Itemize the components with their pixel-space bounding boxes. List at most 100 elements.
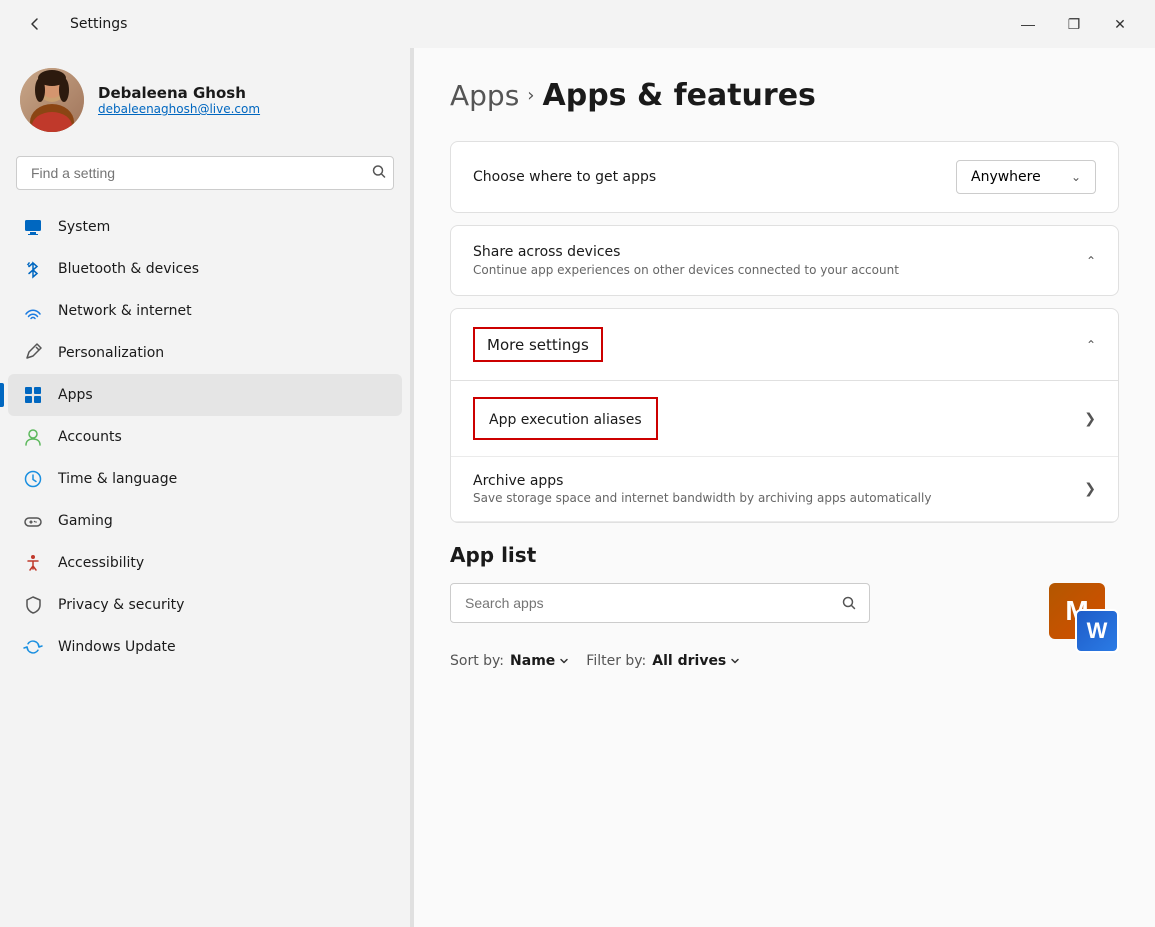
share-devices-row[interactable]: Share across devices Continue app experi… xyxy=(451,226,1118,295)
filter-value-text: All drives xyxy=(652,653,726,669)
sidebar-item-updates[interactable]: Windows Update xyxy=(8,626,402,668)
archive-apps-info: Archive apps Save storage space and inte… xyxy=(473,473,931,505)
share-devices-title: Share across devices xyxy=(473,244,899,260)
more-settings-chevron-icon: ⌃ xyxy=(1086,338,1096,352)
app-execution-aliases-row[interactable]: App execution aliases ❯ xyxy=(451,381,1118,457)
app-body: Debaleena Ghosh debaleenaghosh@live.com xyxy=(0,48,1155,927)
update-icon xyxy=(22,636,44,658)
sidebar-item-personalization[interactable]: Personalization xyxy=(8,332,402,374)
title-bar-left: Settings xyxy=(12,8,127,40)
person-icon xyxy=(22,426,44,448)
network-icon xyxy=(22,300,44,322)
sidebar-item-system-label: System xyxy=(58,219,110,235)
choose-apps-label: Choose where to get apps xyxy=(473,169,656,185)
sidebar-item-updates-label: Windows Update xyxy=(58,639,176,655)
search-box xyxy=(16,156,394,190)
share-devices-card: Share across devices Continue app experi… xyxy=(450,225,1119,296)
sidebar-item-privacy[interactable]: Privacy & security xyxy=(8,584,402,626)
sidebar-item-gaming[interactable]: Gaming xyxy=(8,500,402,542)
maximize-button[interactable]: ❐ xyxy=(1051,8,1097,40)
sidebar-item-accessibility[interactable]: Accessibility xyxy=(8,542,402,584)
archive-apps-subtitle: Save storage space and internet bandwidt… xyxy=(473,491,931,505)
app-execution-box: App execution aliases xyxy=(473,397,658,440)
nav-items: System ʿ́ Bluetooth & devices Network xyxy=(0,206,410,668)
avatar xyxy=(20,68,84,132)
bottom-row: Sort by: Name Filter by: All d xyxy=(450,583,1119,669)
clock-icon xyxy=(22,468,44,490)
archive-apps-title: Archive apps xyxy=(473,473,931,489)
filter-by-group: Filter by: All drives xyxy=(586,653,741,669)
search-icon-button[interactable] xyxy=(372,165,386,182)
back-button[interactable] xyxy=(12,8,58,40)
sidebar-item-privacy-label: Privacy & security xyxy=(58,597,184,613)
sidebar-item-network[interactable]: Network & internet xyxy=(8,290,402,332)
ms-icon-w: W xyxy=(1075,609,1119,653)
chevron-up-icon: ⌃ xyxy=(1086,254,1096,268)
app-title: Settings xyxy=(70,16,127,32)
sidebar-item-accounts-label: Accounts xyxy=(58,429,122,445)
search-apps-button[interactable] xyxy=(829,584,869,622)
share-devices-subtitle: Continue app experiences on other device… xyxy=(473,263,899,277)
avatar-image xyxy=(20,68,84,132)
sort-by-group: Sort by: Name xyxy=(450,653,570,669)
search-apps-box xyxy=(450,583,870,623)
sort-value-dropdown[interactable]: Name xyxy=(510,653,570,669)
sidebar-item-accounts[interactable]: Accounts xyxy=(8,416,402,458)
window-controls: — ❐ ✕ xyxy=(1005,8,1143,40)
sort-filter-row: Sort by: Name Filter by: All d xyxy=(450,653,870,669)
filter-value-dropdown[interactable]: All drives xyxy=(652,653,741,669)
breadcrumb-apps[interactable]: Apps xyxy=(450,79,519,112)
title-bar: Settings — ❐ ✕ xyxy=(0,0,1155,48)
sort-value-text: Name xyxy=(510,653,555,669)
pencil-icon xyxy=(22,342,44,364)
sidebar-item-system[interactable]: System xyxy=(8,206,402,248)
sidebar-item-time-label: Time & language xyxy=(58,471,177,487)
monitor-icon xyxy=(22,216,44,238)
ms-app-icon: M W xyxy=(1049,583,1119,653)
user-name: Debaleena Ghosh xyxy=(98,84,260,102)
more-settings-title: More settings xyxy=(487,336,589,354)
more-settings-card: More settings ⌃ App execution aliases ❯ … xyxy=(450,308,1119,523)
user-email[interactable]: debaleenaghosh@live.com xyxy=(98,102,260,116)
apps-icon xyxy=(22,384,44,406)
app-list-title: App list xyxy=(450,543,536,567)
user-info: Debaleena Ghosh debaleenaghosh@live.com xyxy=(98,84,260,116)
app-execution-chevron-icon: ❯ xyxy=(1084,411,1096,427)
choose-apps-row: Choose where to get apps Anywhere ⌄ xyxy=(451,142,1118,212)
anywhere-dropdown[interactable]: Anywhere ⌄ xyxy=(956,160,1096,194)
gaming-icon xyxy=(22,510,44,532)
sidebar-item-gaming-label: Gaming xyxy=(58,513,113,529)
archive-apps-row[interactable]: Archive apps Save storage space and inte… xyxy=(451,457,1118,522)
sidebar-item-time[interactable]: Time & language xyxy=(8,458,402,500)
search-apps-input[interactable] xyxy=(451,585,829,621)
choose-apps-card: Choose where to get apps Anywhere ⌄ xyxy=(450,141,1119,213)
breadcrumb-chevron: › xyxy=(527,85,534,106)
sidebar-item-apps-label: Apps xyxy=(58,387,93,403)
sidebar-item-bluetooth-label: Bluetooth & devices xyxy=(58,261,199,277)
app-list-section: App list xyxy=(450,543,1119,669)
bluetooth-icon: ʿ́ xyxy=(22,258,44,280)
archive-apps-chevron-icon: ❯ xyxy=(1084,481,1096,497)
filter-by-label: Filter by: xyxy=(586,653,646,669)
minimize-button[interactable]: — xyxy=(1005,8,1051,40)
user-section: Debaleena Ghosh debaleenaghosh@live.com xyxy=(0,48,410,156)
page-title: Apps & features xyxy=(543,78,816,113)
close-button[interactable]: ✕ xyxy=(1097,8,1143,40)
app-execution-aliases-title: App execution aliases xyxy=(489,412,642,428)
sidebar: Debaleena Ghosh debaleenaghosh@live.com xyxy=(0,48,410,927)
share-devices-info: Share across devices Continue app experi… xyxy=(473,244,899,277)
page-header: Apps › Apps & features xyxy=(450,78,1119,113)
main-content: Apps › Apps & features Choose where to g… xyxy=(414,48,1155,927)
sidebar-item-personalization-label: Personalization xyxy=(58,345,164,361)
sidebar-item-apps[interactable]: Apps xyxy=(8,374,402,416)
sort-by-label: Sort by: xyxy=(450,653,504,669)
search-input[interactable] xyxy=(16,156,394,190)
sidebar-item-bluetooth[interactable]: ʿ́ Bluetooth & devices xyxy=(8,248,402,290)
anywhere-value: Anywhere xyxy=(971,169,1041,185)
sidebar-item-accessibility-label: Accessibility xyxy=(58,555,144,571)
shield-icon xyxy=(22,594,44,616)
sidebar-item-network-label: Network & internet xyxy=(58,303,192,319)
more-settings-header[interactable]: More settings ⌃ xyxy=(451,309,1118,381)
accessibility-icon xyxy=(22,552,44,574)
more-settings-title-box: More settings xyxy=(473,327,603,362)
